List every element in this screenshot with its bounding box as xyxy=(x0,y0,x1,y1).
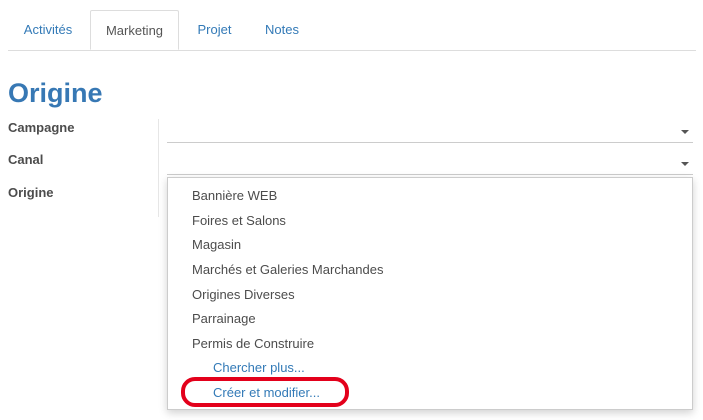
tab-projet[interactable]: Projet xyxy=(181,10,248,49)
dropdown-option[interactable]: Marchés et Galeries Marchandes xyxy=(192,262,383,278)
caret-down-icon[interactable] xyxy=(681,130,689,134)
dropdown-option[interactable]: Bannière WEB xyxy=(192,188,277,204)
tab-notes[interactable]: Notes xyxy=(250,10,314,49)
search-more-link[interactable]: Chercher plus... xyxy=(213,360,305,376)
campagne-label: Campagne xyxy=(8,120,75,135)
caret-down-icon[interactable] xyxy=(681,162,689,166)
create-and-edit-link[interactable]: Créer et modifier... xyxy=(213,385,320,401)
canal-label: Canal xyxy=(8,152,44,167)
notebook-tabs: Activités Marketing Projet Notes xyxy=(8,10,696,51)
section-title: Origine xyxy=(8,78,103,108)
dropdown-option[interactable]: Magasin xyxy=(192,237,241,253)
canal-select[interactable] xyxy=(167,151,693,175)
tab-activites[interactable]: Activités xyxy=(8,10,88,49)
lead-form-marketing-tab: Activités Marketing Projet Notes Origine… xyxy=(0,0,703,420)
dropdown-option[interactable]: Foires et Salons xyxy=(192,213,286,229)
dropdown-option[interactable]: Origines Diverses xyxy=(192,287,295,303)
dropdown-option[interactable]: Permis de Construire xyxy=(192,336,314,352)
autocomplete-dropdown: Bannière WEB Foires et Salons Magasin Ma… xyxy=(167,177,693,410)
origine-label: Origine xyxy=(8,185,54,200)
campagne-select[interactable] xyxy=(167,119,693,143)
label-column-divider xyxy=(158,119,159,217)
dropdown-option[interactable]: Parrainage xyxy=(192,311,256,327)
tab-marketing[interactable]: Marketing xyxy=(90,10,179,50)
